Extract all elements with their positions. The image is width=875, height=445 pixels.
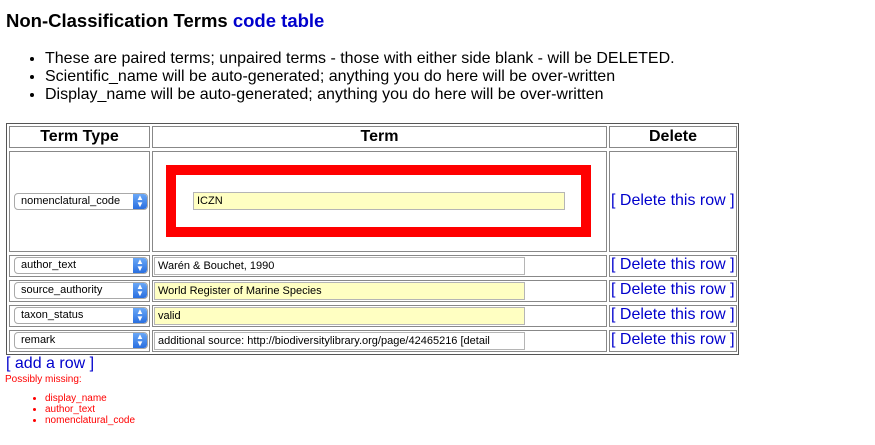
term-input[interactable]: World Register of Marine Species — [154, 282, 525, 300]
table-row-type-cell: remark ▲ ▼ — [9, 330, 150, 352]
table-row-delete-cell: [ Delete this row ] — [609, 330, 737, 352]
highlight-box — [166, 165, 591, 237]
table-row-term-cell: valid — [152, 305, 607, 327]
add-row-link[interactable]: [ add a row ] — [6, 355, 94, 373]
terms-table: Term Type Term Delete nomenclatural_code… — [6, 123, 739, 355]
term-type-select[interactable]: remark ▲ ▼ — [14, 332, 148, 349]
delete-row-link[interactable]: [ Delete this row ] — [611, 306, 735, 324]
term-type-value: nomenclatural_code — [21, 195, 121, 207]
chevron-updown-icon: ▲ ▼ — [133, 258, 147, 273]
chevron-updown-icon: ▲ ▼ — [133, 333, 147, 348]
term-type-select[interactable]: source_authority ▲ ▼ — [14, 282, 148, 299]
chevron-updown-icon: ▲ ▼ — [133, 283, 147, 298]
missing-warning-title: Possibly missing: — [5, 374, 82, 385]
table-row-term-cell: World Register of Marine Species — [152, 280, 607, 302]
page-title-text: Non-Classification Terms — [6, 10, 228, 31]
term-input[interactable]: valid — [154, 307, 525, 325]
term-input[interactable]: additional source: http://biodiversityli… — [154, 332, 525, 350]
header-term-type: Term Type — [9, 126, 150, 148]
table-row-term-cell: additional source: http://biodiversityli… — [152, 330, 607, 352]
term-type-value: author_text — [21, 259, 77, 271]
table-row-type-cell: author_text ▲ ▼ — [9, 255, 150, 277]
term-type-value: source_authority — [21, 284, 103, 296]
table-row-delete-cell: [ Delete this row ] — [609, 255, 737, 277]
delete-row-link[interactable]: [ Delete this row ] — [611, 192, 735, 210]
table-row-type-cell: nomenclatural_code ▲ ▼ — [9, 151, 150, 252]
term-input[interactable]: Warén & Bouchet, 1990 — [154, 257, 525, 275]
delete-row-link[interactable]: [ Delete this row ] — [611, 256, 735, 274]
term-type-select[interactable]: author_text ▲ ▼ — [14, 257, 148, 274]
table-row-term-cell: Warén & Bouchet, 1990 — [152, 255, 607, 277]
table-row-type-cell: source_authority ▲ ▼ — [9, 280, 150, 302]
term-type-select[interactable]: taxon_status ▲ ▼ — [14, 307, 148, 324]
instructions-list: These are paired terms; unpaired terms -… — [0, 50, 675, 104]
chevron-updown-icon: ▲ ▼ — [133, 308, 147, 323]
term-type-value: remark — [21, 334, 56, 346]
table-row-delete-cell: [ Delete this row ] — [609, 151, 737, 252]
code-table-link[interactable]: code table — [233, 10, 325, 31]
delete-row-link[interactable]: [ Delete this row ] — [611, 331, 735, 349]
instruction-item: Display_name will be auto-generated; any… — [45, 86, 675, 104]
page-title: Non-Classification Terms code table — [6, 10, 324, 32]
missing-item: display_name — [45, 393, 135, 404]
delete-row-link[interactable]: [ Delete this row ] — [611, 281, 735, 299]
instruction-item: These are paired terms; unpaired terms -… — [45, 50, 675, 68]
missing-list: display_name author_text nomenclatural_c… — [0, 393, 135, 426]
instruction-item: Scientific_name will be auto-generated; … — [45, 68, 675, 86]
table-row-delete-cell: [ Delete this row ] — [609, 280, 737, 302]
header-delete: Delete — [609, 126, 737, 148]
chevron-updown-icon: ▲ ▼ — [133, 194, 147, 209]
term-type-select[interactable]: nomenclatural_code ▲ ▼ — [14, 193, 148, 210]
table-row-type-cell: taxon_status ▲ ▼ — [9, 305, 150, 327]
term-type-value: taxon_status — [21, 309, 84, 321]
header-term: Term — [152, 126, 607, 148]
missing-item: author_text — [45, 404, 135, 415]
table-row-delete-cell: [ Delete this row ] — [609, 305, 737, 327]
missing-item: nomenclatural_code — [45, 415, 135, 426]
